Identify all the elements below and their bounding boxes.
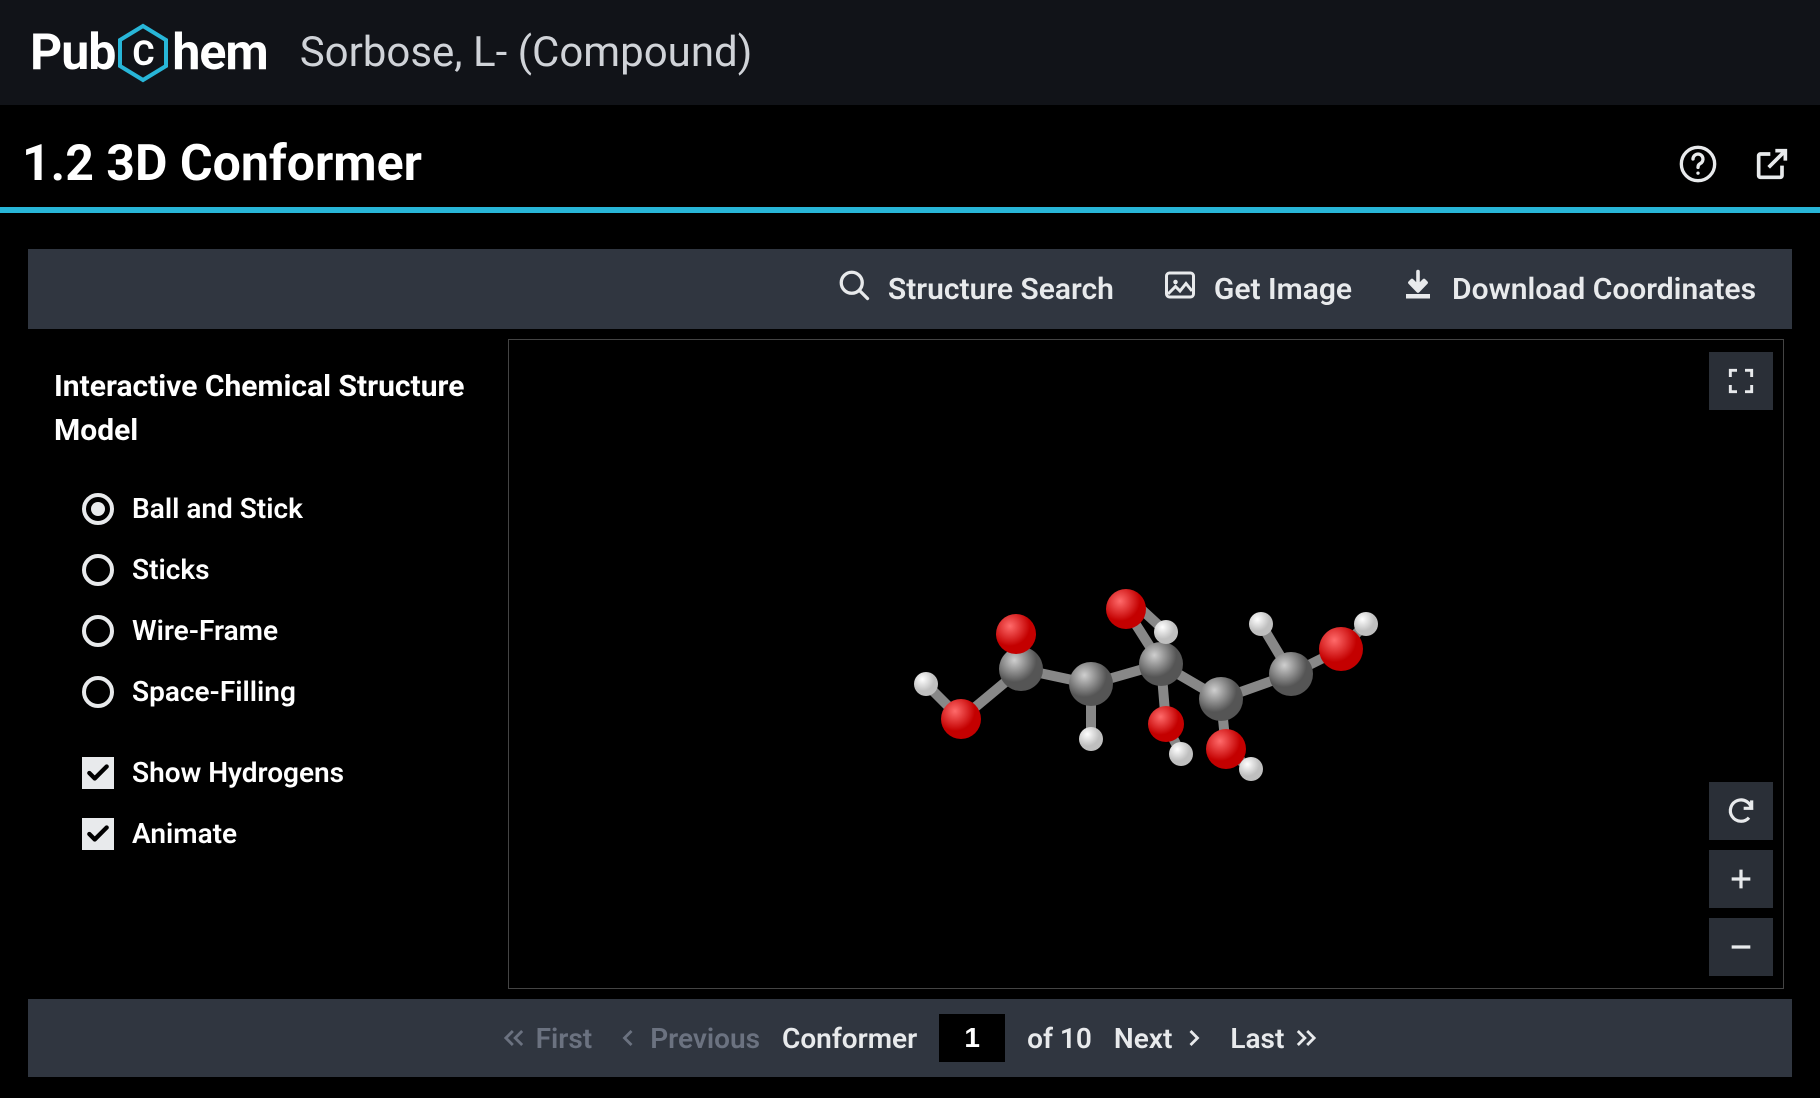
conformer-index-input[interactable] — [939, 1014, 1005, 1062]
get-image-label: Get Image — [1214, 272, 1352, 307]
radio-ball-and-stick[interactable]: Ball and Stick — [54, 478, 488, 539]
image-icon — [1162, 267, 1198, 311]
radio-wire-frame[interactable]: Wire-Frame — [54, 600, 488, 661]
download-coordinates-button[interactable]: Download Coordinates — [1400, 267, 1756, 311]
radio-label: Sticks — [132, 553, 210, 586]
molecule-viewer[interactable] — [508, 339, 1784, 989]
radio-label: Ball and Stick — [132, 492, 303, 525]
conformer-pager: First Previous Conformer of 10 Next Last — [28, 999, 1792, 1077]
radio-icon — [82, 615, 114, 647]
reset-view-button[interactable] — [1709, 782, 1773, 840]
fullscreen-button[interactable] — [1709, 352, 1773, 410]
logo-text-hem: hem — [172, 24, 267, 82]
pager-previous: Previous — [614, 1022, 760, 1055]
radio-space-filling[interactable]: Space-Filling — [54, 661, 488, 722]
download-icon — [1400, 267, 1436, 311]
section-actions — [1678, 144, 1792, 184]
checkbox-icon — [82, 818, 114, 850]
section-title: 1.2 3D Conformer — [22, 135, 422, 193]
checkbox-label: Show Hydrogens — [132, 756, 344, 789]
structure-search-label: Structure Search — [888, 272, 1114, 307]
pager-next[interactable]: Next — [1114, 1022, 1208, 1055]
radio-label: Space-Filling — [132, 675, 296, 708]
panel-toolbar: Structure Search Get Image Download Coor… — [28, 249, 1792, 329]
help-icon[interactable] — [1678, 144, 1718, 184]
pubchem-logo[interactable]: Pub C hem — [30, 23, 268, 83]
logo-text-pub: Pub — [30, 24, 115, 82]
zoom-out-button[interactable] — [1709, 918, 1773, 976]
get-image-button[interactable]: Get Image — [1162, 267, 1352, 311]
pager-next-label: Next — [1114, 1022, 1172, 1055]
checkbox-icon — [82, 757, 114, 789]
conformer-label: Conformer — [782, 1022, 917, 1055]
molecule-render — [866, 534, 1426, 794]
logo-hex-icon: C — [117, 23, 169, 83]
section-header: 1.2 3D Conformer — [0, 105, 1820, 213]
zoom-in-button[interactable] — [1709, 850, 1773, 908]
viewer-buttons — [1709, 352, 1773, 976]
pager-first-label: First — [536, 1022, 593, 1055]
compound-name: Sorbose, L- (Compound) — [300, 28, 753, 77]
pager-last[interactable]: Last — [1230, 1022, 1320, 1055]
open-external-icon[interactable] — [1752, 144, 1792, 184]
checkbox-animate[interactable]: Animate — [54, 803, 488, 864]
conformer-panel: Structure Search Get Image Download Coor… — [28, 249, 1792, 1077]
search-icon — [836, 267, 872, 311]
logo-c-text: C — [133, 34, 155, 74]
pager-first: First — [500, 1022, 593, 1055]
radio-sticks[interactable]: Sticks — [54, 539, 488, 600]
radio-icon — [82, 676, 114, 708]
controls-title: Interactive Chemical Structure Model — [54, 365, 488, 452]
pager-last-label: Last — [1230, 1022, 1284, 1055]
pager-previous-label: Previous — [650, 1022, 760, 1055]
checkbox-show-hydrogens[interactable]: Show Hydrogens — [54, 742, 488, 803]
app-header: Pub C hem Sorbose, L- (Compound) — [0, 0, 1820, 105]
radio-icon — [82, 554, 114, 586]
download-coordinates-label: Download Coordinates — [1452, 272, 1756, 307]
radio-label: Wire-Frame — [132, 614, 278, 647]
display-controls: Interactive Chemical Structure Model Bal… — [28, 329, 508, 999]
conformer-of-total: of 10 — [1027, 1022, 1092, 1055]
content-row: Interactive Chemical Structure Model Bal… — [28, 329, 1792, 999]
checkbox-label: Animate — [132, 817, 237, 850]
radio-icon — [82, 493, 114, 525]
structure-search-button[interactable]: Structure Search — [836, 267, 1114, 311]
